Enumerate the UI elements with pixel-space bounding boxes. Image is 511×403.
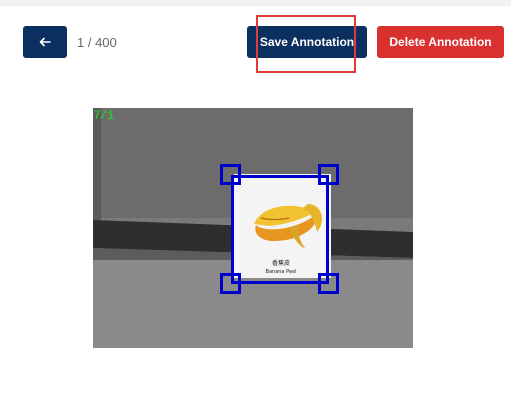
- resize-handle-top-left[interactable]: [220, 164, 241, 185]
- annotation-bounding-box[interactable]: [231, 175, 329, 284]
- save-annotation-button[interactable]: Save Annotation: [247, 26, 367, 58]
- top-strip: [0, 0, 511, 6]
- page-indicator: 1 / 400: [77, 35, 117, 50]
- arrow-left-icon: [39, 37, 51, 47]
- frame-counter-overlay: 7/1: [93, 108, 114, 123]
- delete-annotation-button[interactable]: Delete Annotation: [377, 26, 504, 58]
- resize-handle-bottom-left[interactable]: [220, 273, 241, 294]
- resize-handle-top-right[interactable]: [318, 164, 339, 185]
- back-button[interactable]: [23, 26, 67, 58]
- resize-handle-bottom-right[interactable]: [318, 273, 339, 294]
